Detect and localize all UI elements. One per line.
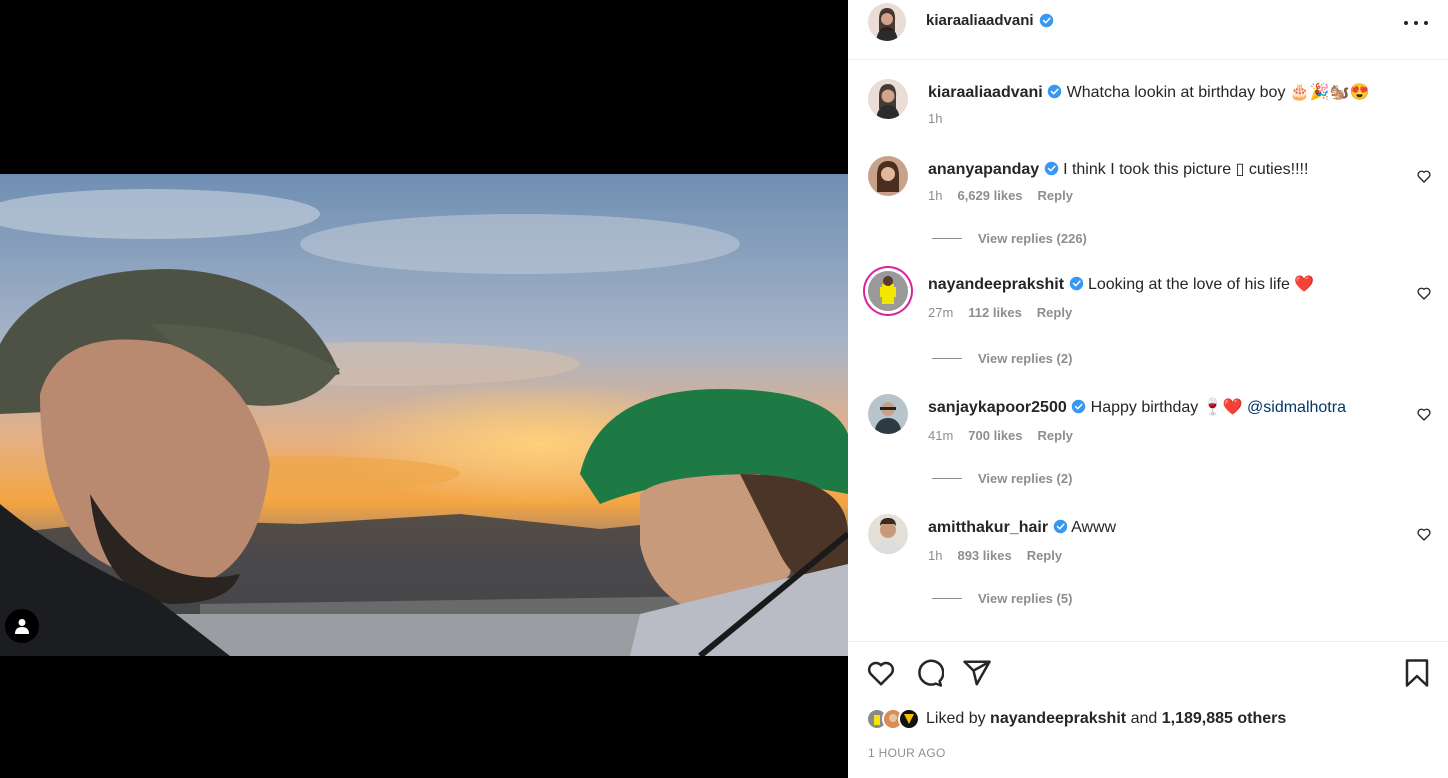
liked-by-prefix: Liked by (926, 710, 986, 727)
post-header: kiaraaliaadvani (848, 0, 1448, 60)
comment-text: sanjaykapoor2500 Happy birthday 🍷❤️ @sid… (928, 398, 1398, 418)
comment-text: ananyapanday I think I took this picture… (928, 160, 1398, 180)
caption-emojis: 🎂🎉🐿️😍 (1289, 84, 1370, 101)
reply-button[interactable]: Reply (1037, 305, 1072, 320)
comment-username[interactable]: amitthakur_hair (928, 519, 1048, 536)
comment-emoji: 🍷❤️ (1202, 399, 1243, 416)
comment-time[interactable]: 27m (928, 305, 953, 320)
comment-emoji: ❤️ (1294, 276, 1315, 293)
comment-meta: 1h 893 likes Reply (928, 548, 1062, 563)
heart-icon[interactable] (1416, 526, 1432, 542)
view-replies-label[interactable]: View replies (5) (978, 591, 1072, 606)
caption-text: kiaraaliaadvani Whatcha lookin at birthd… (928, 83, 1398, 103)
comment-text: amitthakur_hair Awww (928, 518, 1398, 538)
commenter-avatar[interactable] (868, 271, 908, 311)
heart-icon[interactable] (866, 658, 896, 688)
caption-time[interactable]: 1h (928, 111, 942, 126)
view-replies-button[interactable]: View replies (5) (932, 591, 1072, 606)
heart-icon[interactable] (1416, 285, 1432, 301)
comment-text: nayandeeprakshit Looking at the love of … (928, 275, 1398, 295)
comment-likes[interactable]: 112 likes (968, 305, 1022, 320)
comment-username[interactable]: ananyapanday (928, 161, 1039, 178)
post-photo[interactable] (0, 174, 848, 656)
heart-icon[interactable] (1416, 406, 1432, 422)
view-replies-label[interactable]: View replies (2) (978, 351, 1072, 366)
liked-by-and: and (1130, 710, 1158, 727)
verified-icon (1039, 13, 1053, 28)
verified-icon (1071, 399, 1086, 414)
liker-avatar[interactable] (898, 708, 920, 730)
commenter-avatar[interactable] (868, 394, 908, 434)
post-photo-illustration (0, 174, 848, 656)
comment-likes[interactable]: 700 likes (968, 428, 1022, 443)
post-actions: Liked by nayandeeprakshit and 1,189,885 … (848, 641, 1448, 778)
reply-button[interactable]: Reply (1038, 428, 1073, 443)
comment-body: Looking at the love of his life (1087, 276, 1290, 293)
commenter-avatar[interactable] (868, 156, 908, 196)
more-options-button[interactable] (1404, 13, 1428, 33)
replies-divider (932, 238, 962, 239)
author-avatar[interactable] (868, 3, 906, 41)
reply-button[interactable]: Reply (1027, 548, 1062, 563)
verified-icon (1047, 84, 1062, 99)
view-replies-label[interactable]: View replies (226) (978, 231, 1087, 246)
view-replies-label[interactable]: View replies (2) (978, 471, 1072, 486)
view-replies-button[interactable]: View replies (2) (932, 471, 1072, 486)
comment-meta: 27m 112 likes Reply (928, 305, 1072, 320)
replies-divider (932, 478, 962, 479)
verified-icon (1044, 161, 1058, 176)
comment-time[interactable]: 1h (928, 548, 942, 563)
comment-time[interactable]: 41m (928, 428, 953, 443)
comment-likes[interactable]: 893 likes (957, 548, 1011, 563)
more-icon-dot (1414, 21, 1418, 25)
liked-by-others[interactable]: 1,189,885 others (1162, 710, 1287, 728)
user-tag-button[interactable] (5, 609, 39, 643)
caption-username[interactable]: kiaraaliaadvani (928, 84, 1043, 101)
comment-body: I think I took this picture ▯ cuties!!!! (1063, 161, 1309, 178)
comment-meta: 1h 6,629 likes Reply (928, 188, 1073, 203)
commenter-avatar[interactable] (868, 514, 908, 554)
comment-username[interactable]: sanjaykapoor2500 (928, 399, 1067, 416)
share-icon[interactable] (962, 658, 992, 688)
bookmark-icon[interactable] (1402, 658, 1432, 688)
replies-divider (932, 598, 962, 599)
liker-avatars (866, 708, 920, 730)
post-side-panel: kiaraaliaadvani kiaraaliaadvani Whatcha … (848, 0, 1448, 778)
comment-username[interactable]: nayandeeprakshit (928, 276, 1064, 293)
post-timestamp[interactable]: 1 HOUR AGO (868, 746, 946, 760)
post-media (0, 0, 848, 778)
more-icon (1404, 21, 1408, 25)
view-replies-button[interactable]: View replies (226) (932, 231, 1087, 246)
user-tag-icon (15, 619, 29, 634)
liked-by-user[interactable]: nayandeeprakshit (990, 710, 1126, 728)
verified-icon (1069, 276, 1083, 291)
replies-divider (932, 358, 962, 359)
reply-button[interactable]: Reply (1038, 188, 1073, 203)
verified-icon (1053, 519, 1067, 534)
comment-icon[interactable] (914, 658, 944, 688)
comment-time[interactable]: 1h (928, 188, 942, 203)
likes-summary: Liked by nayandeeprakshit and 1,189,885 … (866, 708, 1286, 730)
caption-body: Whatcha lookin at birthday boy (1066, 84, 1286, 101)
comment-body: Awww (1071, 519, 1117, 536)
author-avatar[interactable] (868, 79, 908, 119)
heart-icon[interactable] (1416, 168, 1432, 184)
caption-meta: 1h (928, 111, 942, 126)
comments-list[interactable]: kiaraaliaadvani Whatcha lookin at birthd… (848, 61, 1448, 641)
comment-body: Happy birthday (1090, 399, 1199, 416)
mention-link[interactable]: @sidmalhotra (1247, 399, 1346, 416)
author-username-text[interactable]: kiaraaliaadvani (926, 12, 1034, 29)
comment-likes[interactable]: 6,629 likes (957, 188, 1022, 203)
view-replies-button[interactable]: View replies (2) (932, 351, 1072, 366)
author-username[interactable]: kiaraaliaadvani (926, 12, 1054, 29)
comment-meta: 41m 700 likes Reply (928, 428, 1073, 443)
more-icon-dot (1424, 21, 1428, 25)
